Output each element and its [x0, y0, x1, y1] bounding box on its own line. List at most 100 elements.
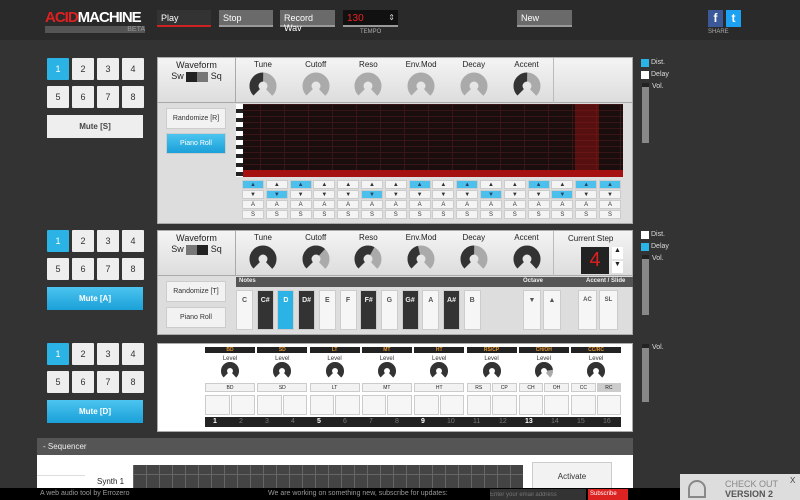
knob-dial-icon[interactable]	[238, 71, 288, 101]
step-slide-button[interactable]: S	[503, 210, 526, 219]
drum-step-pad[interactable]	[596, 395, 622, 415]
step-down-button[interactable]: ▼	[265, 190, 288, 199]
step-down-button[interactable]: ▼	[408, 190, 431, 199]
piano-roll-button[interactable]: Piano Roll	[166, 133, 226, 154]
pattern-button-8[interactable]: 8	[122, 86, 144, 108]
drum-trigger-rs[interactable]: RS	[466, 383, 491, 392]
key-g[interactable]: G	[380, 290, 398, 330]
step-down-button[interactable]: ▼	[361, 190, 383, 199]
drum-step-pad[interactable]	[257, 395, 282, 415]
step-accent-button[interactable]: A	[384, 200, 407, 209]
step-accent-button[interactable]: A	[503, 200, 526, 209]
step-accent-button[interactable]: A	[361, 200, 383, 209]
pattern-button-5[interactable]: 5	[47, 371, 69, 393]
knob-dial-icon[interactable]	[343, 244, 393, 274]
step-accent-button[interactable]: A	[456, 200, 479, 209]
step-accent-button[interactable]: A	[527, 200, 550, 209]
close-icon[interactable]: X	[790, 476, 795, 485]
mute-button[interactable]: Mute [A]	[47, 287, 143, 310]
step-down-button[interactable]: ▼	[242, 190, 264, 199]
step-up-button[interactable]: ▲	[337, 180, 360, 189]
drum-step-pad[interactable]	[335, 395, 360, 415]
pattern-button-3[interactable]: 3	[97, 58, 119, 80]
knob-dial-icon[interactable]	[238, 244, 288, 274]
step-up-button[interactable]: ▲	[289, 180, 312, 189]
step-down-button[interactable]: ▼	[527, 190, 550, 199]
knob-tune[interactable]: Tune	[238, 60, 288, 101]
accent-button[interactable]: AC	[578, 290, 597, 330]
delay-checkbox[interactable]	[641, 243, 649, 251]
drum-step-pad[interactable]	[544, 395, 569, 415]
step-down-button[interactable]: ▼	[313, 190, 336, 199]
pattern-button-4[interactable]: 4	[122, 343, 144, 365]
step-up-button[interactable]: ▲	[456, 180, 479, 189]
drum-step-pad[interactable]	[492, 395, 517, 415]
step-down-button[interactable]: ▼	[612, 261, 623, 273]
record-wav-button[interactable]: Record Wav	[280, 10, 335, 33]
knob-dial-icon[interactable]	[291, 244, 341, 274]
tempo-input[interactable]: 130 ⇕	[343, 10, 398, 27]
step-slide-button[interactable]: S	[361, 210, 383, 219]
pattern-button-1[interactable]: 1	[47, 230, 69, 252]
step-up-button[interactable]: ▲	[408, 180, 431, 189]
step-accent-button[interactable]: A	[242, 200, 264, 209]
level-knob-icon[interactable]	[362, 361, 412, 380]
step-up-button[interactable]: ▲	[612, 247, 623, 259]
level-knob-icon[interactable]	[571, 361, 621, 380]
drum-step-pad[interactable]	[361, 395, 387, 415]
knob-dial-icon[interactable]	[449, 244, 499, 274]
step-up-button[interactable]: ▲	[551, 180, 574, 189]
step-down-button[interactable]: ▼	[480, 190, 502, 199]
step-down-button[interactable]: ▼	[599, 190, 621, 199]
pattern-button-2[interactable]: 2	[72, 58, 94, 80]
pattern-button-4[interactable]: 4	[122, 230, 144, 252]
knob-cutoff[interactable]: Cutoff	[291, 60, 341, 101]
drum-trigger-cp[interactable]: CP	[492, 383, 517, 392]
step-slide-button[interactable]: S	[289, 210, 312, 219]
pattern-button-5[interactable]: 5	[47, 258, 69, 280]
footer-credit[interactable]: A web audio tool by Errozero	[40, 490, 130, 497]
email-input[interactable]	[490, 489, 586, 500]
step-down-button[interactable]: ▼	[551, 190, 574, 199]
step-slide-button[interactable]: S	[575, 210, 598, 219]
knob-env-mod[interactable]: Env.Mod	[396, 60, 446, 101]
knob-dial-icon[interactable]	[449, 71, 499, 101]
key-c-sharp[interactable]: C#	[256, 290, 274, 330]
pattern-button-1[interactable]: 1	[47, 343, 69, 365]
piano-roll-button[interactable]: Piano Roll	[166, 307, 226, 328]
knob-tune[interactable]: Tune	[238, 233, 288, 274]
spinner-icon[interactable]: ⇕	[388, 13, 395, 22]
twitter-icon[interactable]: t	[726, 10, 741, 27]
step-down-button[interactable]: ▼	[456, 190, 479, 199]
new-button[interactable]: New	[517, 10, 572, 27]
knob-decay[interactable]: Decay	[449, 60, 499, 101]
step-down-button[interactable]: ▼	[575, 190, 598, 199]
pattern-button-6[interactable]: 6	[72, 258, 94, 280]
key-f[interactable]: F	[339, 290, 357, 330]
volume-slider[interactable]	[642, 83, 649, 143]
step-slide-button[interactable]: S	[599, 210, 621, 219]
delay-checkbox[interactable]	[641, 71, 649, 79]
step-accent-button[interactable]: A	[265, 200, 288, 209]
step-up-button[interactable]: ▲	[384, 180, 407, 189]
step-down-button[interactable]: ▼	[503, 190, 526, 199]
pattern-button-4[interactable]: 4	[122, 58, 144, 80]
key-a-sharp[interactable]: A#	[443, 290, 460, 330]
drum-trigger-cc[interactable]: CC	[571, 383, 596, 392]
waveform-toggle[interactable]	[186, 244, 209, 255]
drum-step-pad[interactable]	[414, 395, 439, 415]
facebook-icon[interactable]: f	[708, 10, 723, 27]
pattern-button-6[interactable]: 6	[72, 86, 94, 108]
level-knob-icon[interactable]	[205, 361, 255, 380]
drum-step-pad[interactable]	[282, 395, 308, 415]
drum-step-pad[interactable]	[387, 395, 412, 415]
knob-env-mod[interactable]: Env.Mod	[396, 233, 446, 274]
step-slide-button[interactable]: S	[313, 210, 336, 219]
sequencer-header[interactable]: - Sequencer	[37, 438, 633, 455]
mute-button[interactable]: Mute [S]	[47, 115, 143, 138]
activate-button[interactable]: Activate	[532, 462, 612, 490]
pattern-button-8[interactable]: 8	[122, 371, 144, 393]
level-knob-icon[interactable]	[310, 361, 360, 380]
stop-button[interactable]: Stop	[219, 10, 273, 27]
knob-decay[interactable]: Decay	[449, 233, 499, 274]
